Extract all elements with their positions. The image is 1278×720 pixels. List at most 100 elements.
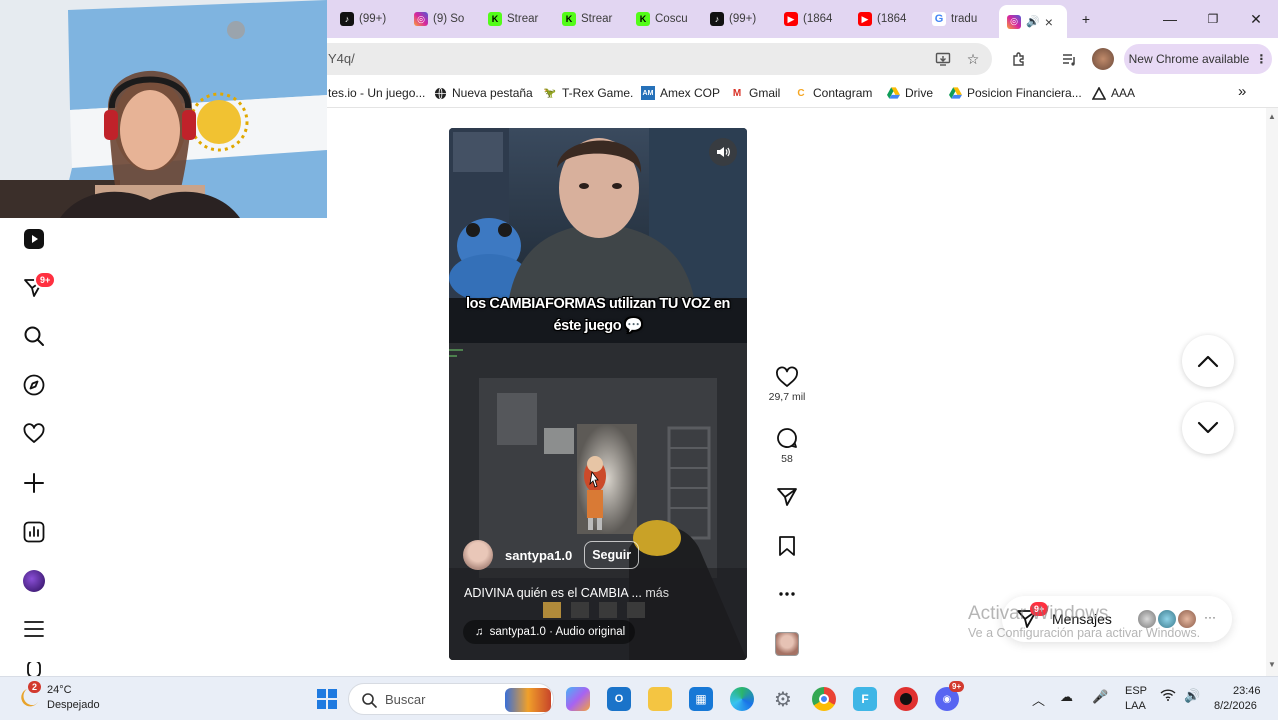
recording-app-icon[interactable] [894,687,918,711]
file-explorer-icon[interactable] [648,687,672,711]
mute-toggle-button[interactable] [709,138,737,166]
browser-tab[interactable]: ♪ (99+) [710,7,772,31]
new-tab-button[interactable]: + [1074,8,1098,30]
sidebar-more-button[interactable] [20,615,48,643]
weather-widget[interactable]: 2 [18,681,44,711]
browser-tab[interactable]: ♪ (99+) [340,7,408,31]
close-tab-icon[interactable]: × [1045,14,1053,30]
share-action[interactable] [770,486,804,508]
send-icon[interactable] [776,486,798,508]
sidebar-dashboard-button[interactable] [20,518,48,546]
sidebar-profile-button[interactable] [20,567,48,595]
author-username[interactable]: santypa1.0 [505,548,572,563]
scroll-down-arrow-icon[interactable]: ▼ [1268,660,1276,669]
bookmark-item[interactable]: M Gmail [730,86,781,100]
browser-tab[interactable]: K Strear [562,7,624,31]
sidebar-heart-button[interactable] [20,420,48,448]
browser-tab[interactable]: G tradu [932,7,992,31]
bookmark-icon[interactable] [777,535,797,557]
more-horizontal-icon: ··· [1204,610,1216,624]
bookmarks-overflow-button[interactable]: » [1238,83,1246,100]
page-scrollbar[interactable]: ▲ ▼ [1266,108,1278,676]
tab-label: (1864 [803,13,833,25]
reel-video[interactable]: los CAMBIAFORMAS utilizan TU VOZ en éste… [449,128,747,660]
scroll-up-arrow-icon[interactable]: ▲ [1268,112,1276,121]
wifi-icon[interactable] [1160,689,1176,704]
new-chrome-available-button[interactable]: New Chrome available ⋮ [1124,44,1272,74]
bookmark-item[interactable]: tes.io - Un juego... [328,86,425,100]
url-text[interactable]: Y4q/ [328,51,355,66]
chevron-up-icon[interactable]: ︿ [1032,690,1045,709]
author-avatar[interactable] [463,540,493,570]
messages-pill[interactable]: 9+ Mensajes ··· [1002,596,1232,642]
taskbar-search[interactable]: Buscar [348,683,554,715]
browser-tab[interactable]: ◎ (9) So [414,7,474,31]
edge-icon[interactable] [730,687,754,711]
bookmark-item[interactable]: AAA [1092,86,1135,100]
sidebar-notifications-button[interactable]: 9+ [20,271,57,302]
chrome-icon[interactable] [812,687,836,711]
reel-audio-link[interactable]: ♫ santypa1.0 · Audio original [463,620,636,644]
bookmark-item[interactable]: C Contagram [794,86,872,100]
network-status-icon[interactable]: ☁ [1060,689,1073,705]
reel-description[interactable]: ADIVINA quién es el CAMBIA ... más [464,586,669,600]
browser-tab[interactable]: K Coscu [636,7,698,31]
minimize-button[interactable]: — [1158,8,1182,30]
extensions-icon[interactable] [1008,48,1030,70]
comment-icon[interactable] [775,426,799,450]
more-options-action[interactable] [770,584,804,604]
forticlient-icon[interactable]: F [853,687,877,711]
discord-icon[interactable]: ◉ 9+ [935,681,965,711]
sidebar-explore-button[interactable] [20,371,48,399]
sidebar-create-button[interactable] [20,469,48,497]
like-count: 29,7 mil [768,391,806,403]
follow-button[interactable]: Seguir [584,541,640,569]
like-action[interactable]: 29,7 mil [768,366,806,403]
speaker-icon[interactable]: 🔊 [1026,15,1040,28]
bookmark-item[interactable]: AM Amex COP [641,86,720,100]
bookmark-item[interactable]: Nueva pestaña [433,86,533,100]
clock-time[interactable]: 23:46 [1233,685,1261,697]
store-icon[interactable]: ▦ [689,687,713,711]
close-window-button[interactable]: ✕ [1244,8,1268,30]
start-button[interactable] [315,687,339,711]
active-browser-tab[interactable]: ◎ 🔊 × [999,5,1067,38]
address-bar[interactable]: Y4q/ ☆ [310,43,992,75]
weather-description: Despejado [47,699,100,711]
instagram-icon: ◎ [414,12,428,26]
bookmark-item[interactable]: Posicion Financiera... [948,86,1082,100]
maximize-button[interactable]: ❐ [1201,8,1225,30]
copilot-icon[interactable] [566,687,590,711]
bookmark-item[interactable]: 🦖 T-Rex Game. [543,86,634,100]
bookmark-star-icon[interactable]: ☆ [962,48,984,70]
next-reel-button[interactable] [1182,402,1234,454]
more-link[interactable]: más [645,586,669,600]
sidebar-reels-button[interactable] [20,225,48,253]
language-indicator[interactable]: ESP [1125,685,1147,697]
settings-icon[interactable]: ⚙ [771,687,795,711]
outlook-icon[interactable]: O [607,687,631,711]
previous-reel-button[interactable] [1182,335,1234,387]
browser-tab[interactable]: ▶ (1864 [784,7,846,31]
browser-tab[interactable]: K Strear [488,7,550,31]
reel-author-row: santypa1.0 Seguir [463,540,640,570]
install-app-icon[interactable] [932,48,954,70]
browser-tab[interactable]: ▶ (1864 [858,7,920,31]
volume-icon[interactable]: 🔊 [1184,688,1200,704]
comment-action[interactable]: 58 [770,426,804,465]
heart-icon[interactable] [775,366,799,388]
more-horizontal-icon[interactable] [777,584,797,604]
bookmark-item[interactable]: Drive [886,86,933,100]
audio-thumbnail[interactable] [770,632,804,656]
sidebar-meta-button[interactable] [20,662,48,676]
save-action[interactable] [770,535,804,557]
tab-label: (99+) [729,13,757,25]
clock-date[interactable]: 8/2/2026 [1214,700,1257,712]
media-controls-icon[interactable] [1058,48,1080,70]
sidebar-search-button[interactable] [20,322,48,350]
microphone-icon[interactable]: 🎤 [1092,689,1108,705]
profile-avatar[interactable] [1092,48,1114,70]
instagram-icon: ◎ [1007,14,1021,29]
tab-label: Strear [507,13,539,25]
keyboard-layout-indicator[interactable]: LAA [1125,700,1146,712]
